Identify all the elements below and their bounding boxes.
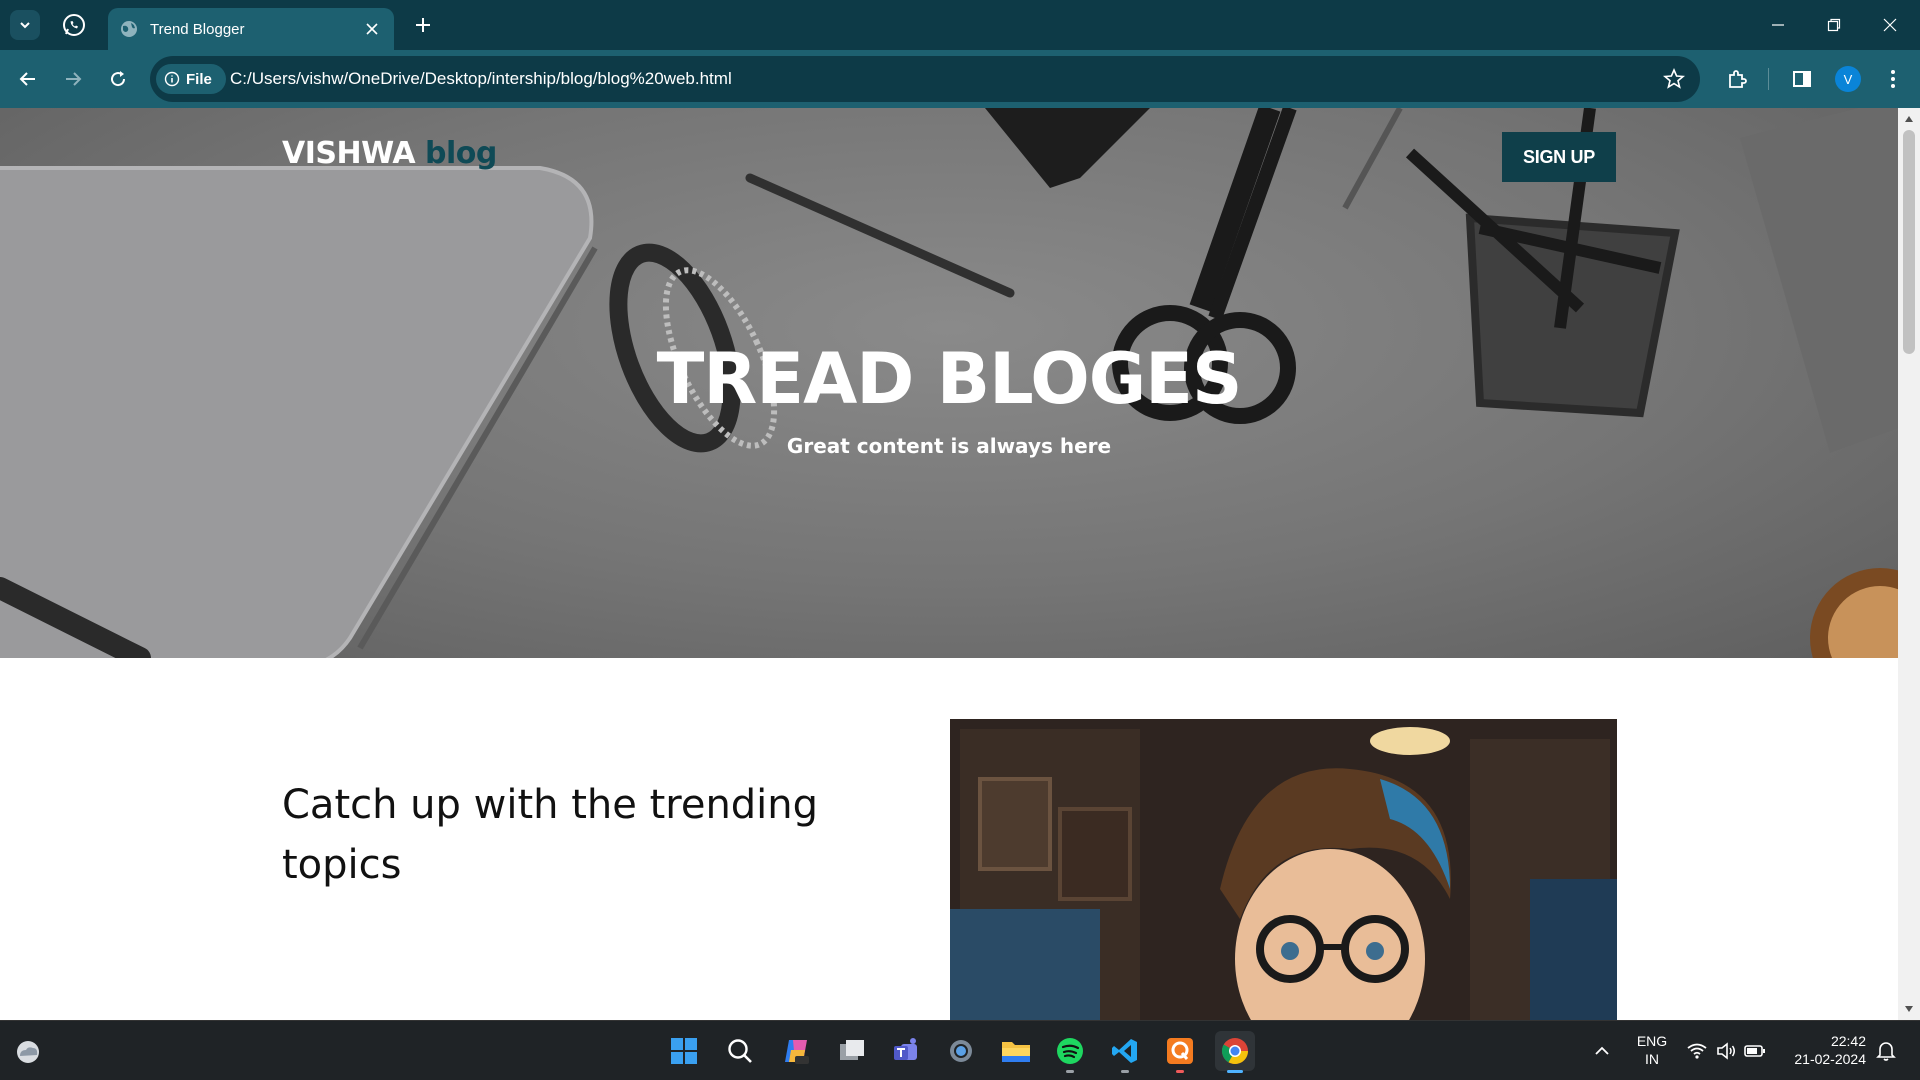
plus-icon <box>416 18 430 32</box>
battery-icon <box>1744 1045 1765 1057</box>
minimize-icon <box>1772 24 1784 26</box>
quick-settings[interactable] <box>1686 1037 1766 1065</box>
caret-up-icon <box>1905 116 1913 122</box>
featured-article-image[interactable] <box>950 719 1617 1020</box>
boy-with-glasses-illustration <box>950 719 1617 1020</box>
site-logo[interactable]: VISHWA blog <box>282 136 497 171</box>
windows-taskbar: ENG IN 22:42 21-02-2024 <box>0 1020 1920 1080</box>
logo-name: VISHWA <box>282 136 416 171</box>
extensions-button[interactable] <box>1724 66 1750 92</box>
site-info-label: File <box>186 70 212 88</box>
settings-icon <box>950 1040 972 1062</box>
restore-button[interactable] <box>1814 10 1854 40</box>
clock-time: 22:42 <box>1830 1033 1866 1049</box>
forward-button[interactable] <box>58 64 88 94</box>
task-view-icon <box>840 1040 864 1060</box>
profile-avatar[interactable]: V <box>1835 66 1861 92</box>
section-heading: Catch up with the trending topics <box>282 782 819 888</box>
browser-toolbar: File C:/Users/vishw/OneDrive/Desktop/int… <box>0 50 1920 108</box>
scroll-down-button[interactable] <box>1903 1003 1915 1015</box>
url-text[interactable]: C:/Users/vishw/OneDrive/Desktop/intershi… <box>230 56 732 102</box>
toolbar-divider <box>1768 68 1769 90</box>
hero-title: TREAD BLOGES <box>656 338 1243 420</box>
teams-icon <box>894 1038 917 1060</box>
task-view-button[interactable] <box>832 1031 872 1071</box>
globe-icon <box>121 21 137 37</box>
running-indicator <box>1176 1070 1184 1073</box>
extensions-icon <box>1729 70 1747 88</box>
scroll-thumb[interactable] <box>1903 130 1915 354</box>
widgets-button[interactable] <box>8 1031 48 1071</box>
restore-icon <box>1827 18 1841 32</box>
chevron-up-icon <box>1595 1046 1609 1055</box>
close-tab-button[interactable] <box>360 17 384 41</box>
sign-up-button[interactable]: SIGN UP <box>1502 132 1616 182</box>
spotify-icon <box>1057 1038 1083 1064</box>
tab-title: Trend Blogger <box>150 20 245 38</box>
menu-icon <box>1891 70 1895 88</box>
search-icon <box>728 1039 752 1063</box>
side-panel-button[interactable] <box>1789 66 1815 92</box>
sidepanel-icon <box>1793 71 1811 87</box>
minimize-button[interactable] <box>1758 10 1798 40</box>
forward-icon <box>66 72 82 86</box>
logo-accent: blog <box>425 136 497 171</box>
notification-icon <box>1876 1042 1896 1061</box>
site-info-chip[interactable]: File <box>156 64 226 94</box>
chrome-button[interactable] <box>1215 1031 1255 1073</box>
copilot-icon <box>785 1040 809 1064</box>
hero-section: VISHWA blog SIGN UP TREAD BLOGES Great c… <box>0 108 1898 658</box>
input-language[interactable]: ENG IN <box>1624 1032 1680 1068</box>
browser-menu-button[interactable] <box>1880 66 1906 92</box>
q-app-button[interactable] <box>1160 1031 1200 1073</box>
active-indicator <box>1227 1070 1243 1073</box>
copilot-button[interactable] <box>776 1031 816 1071</box>
show-hidden-icons-button[interactable] <box>1582 1031 1622 1071</box>
vscode-button[interactable] <box>1105 1031 1145 1073</box>
file-explorer-icon <box>1002 1042 1030 1062</box>
close-icon <box>1883 18 1897 32</box>
back-button[interactable] <box>13 64 43 94</box>
teams-button[interactable] <box>886 1031 926 1071</box>
chevron-down-icon <box>20 22 30 29</box>
star-icon[interactable] <box>1662 67 1686 91</box>
reload-button[interactable] <box>103 64 133 94</box>
notification-center-button[interactable] <box>1868 1031 1904 1071</box>
back-icon <box>19 72 35 86</box>
caret-down-icon <box>1905 1006 1913 1012</box>
chrome-icon <box>1221 1038 1249 1065</box>
windows-icon <box>671 1038 697 1064</box>
info-icon <box>164 71 180 87</box>
page-scrollbar[interactable] <box>1898 108 1920 1020</box>
clock[interactable]: 22:42 21-02-2024 <box>1778 1032 1866 1068</box>
scroll-up-button[interactable] <box>1903 113 1915 125</box>
weather-icon <box>17 1041 39 1063</box>
q-app-icon <box>1167 1038 1193 1064</box>
file-explorer-button[interactable] <box>996 1031 1036 1071</box>
wifi-icon <box>1687 1043 1707 1059</box>
clock-date: 21-02-2024 <box>1794 1051 1866 1067</box>
address-bar[interactable]: File C:/Users/vishw/OneDrive/Desktop/int… <box>150 56 1700 102</box>
page-viewport: VISHWA blog SIGN UP TREAD BLOGES Great c… <box>0 108 1898 1020</box>
running-indicator <box>1066 1070 1074 1073</box>
browser-tab-bar: Trend Blogger <box>0 0 1920 50</box>
reload-icon <box>111 71 126 87</box>
volume-icon <box>1717 1042 1735 1060</box>
vscode-icon <box>1112 1039 1137 1063</box>
search-button[interactable] <box>720 1031 760 1071</box>
new-tab-button[interactable] <box>410 12 436 38</box>
language-code: ENG <box>1636 1033 1668 1049</box>
start-button[interactable] <box>664 1031 704 1071</box>
spotify-button[interactable] <box>1050 1031 1090 1073</box>
region-code: IN <box>1645 1051 1659 1067</box>
tab-trend-blogger[interactable]: Trend Blogger <box>108 8 394 50</box>
tab-search-button[interactable] <box>10 10 40 40</box>
close-icon <box>366 23 378 35</box>
settings-button[interactable] <box>941 1031 981 1071</box>
close-window-button[interactable] <box>1870 10 1910 40</box>
hero-subtitle: Great content is always here <box>786 434 1112 458</box>
whatsapp-icon[interactable] <box>62 13 86 37</box>
running-indicator <box>1121 1070 1129 1073</box>
